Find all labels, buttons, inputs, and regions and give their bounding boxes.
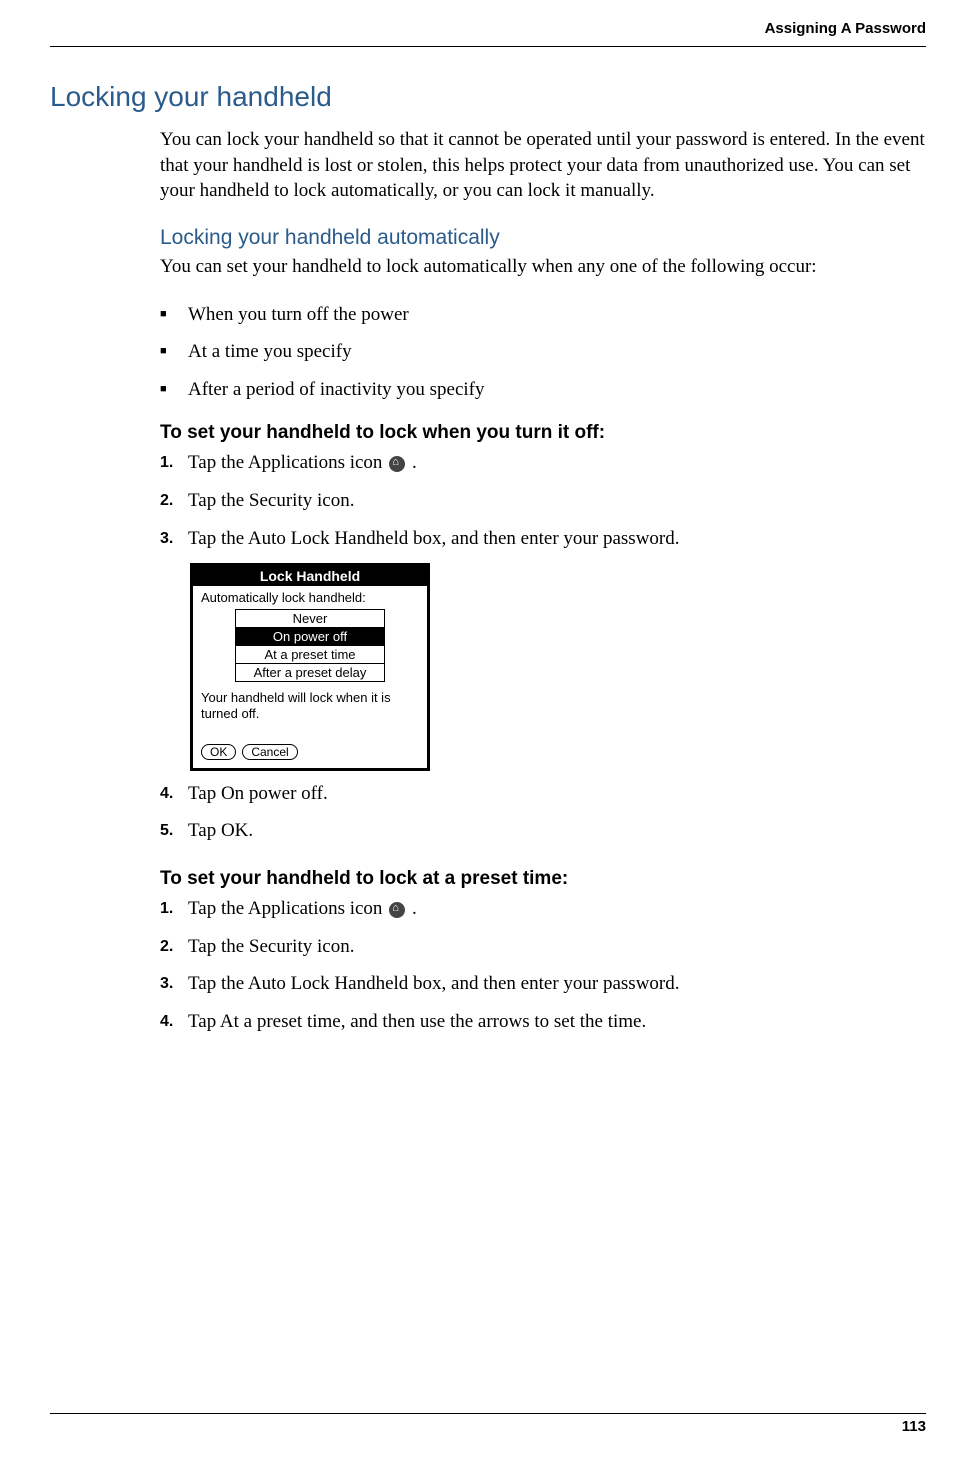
dialog-buttons: OK Cancel: [201, 744, 419, 760]
lock-handheld-dialog: Lock Handheld Automatically lock handhel…: [190, 563, 430, 770]
applications-icon: [389, 456, 405, 472]
procedure1-steps: Tap the Applications icon . Tap the Secu…: [160, 450, 926, 551]
section-title: Locking your handheld: [50, 81, 926, 113]
list-item: Tap the Applications icon .: [160, 450, 926, 476]
auto-lock-title: Locking your handheld automatically: [160, 226, 926, 250]
header-section-name: Assigning A Password: [765, 20, 926, 37]
dialog-screenshot: Lock Handheld Automatically lock handhel…: [190, 563, 926, 770]
page-header: Assigning A Password: [50, 0, 926, 47]
list-item: After a period of inactivity you specify: [160, 377, 926, 403]
procedure1-title: To set your handheld to lock when you tu…: [160, 422, 926, 444]
dialog-title: Lock Handheld: [193, 566, 427, 586]
cancel-button[interactable]: Cancel: [242, 744, 297, 760]
dialog-label: Automatically lock handheld:: [201, 590, 419, 605]
dialog-body: Automatically lock handheld: Never On po…: [193, 586, 427, 767]
procedure1-steps-cont: Tap On power off. Tap OK.: [160, 781, 926, 844]
intro-paragraph: You can lock your handheld so that it ca…: [160, 127, 926, 204]
list-item: Tap On power off.: [160, 781, 926, 807]
option-power-off[interactable]: On power off: [236, 628, 384, 646]
list-item: Tap OK.: [160, 818, 926, 844]
option-preset-time[interactable]: At a preset time: [236, 646, 384, 664]
dialog-hint: Your handheld will lock when it is turne…: [201, 690, 419, 721]
procedure2-title: To set your handheld to lock at a preset…: [160, 868, 926, 890]
applications-icon: [389, 902, 405, 918]
list-item: When you turn off the power: [160, 302, 926, 328]
list-item: Tap the Auto Lock Handheld box, and then…: [160, 971, 926, 997]
auto-lock-intro: You can set your handheld to lock automa…: [160, 254, 926, 280]
procedure2-steps: Tap the Applications icon . Tap the Secu…: [160, 896, 926, 1035]
list-item: Tap the Security icon.: [160, 488, 926, 514]
option-never[interactable]: Never: [236, 610, 384, 628]
option-preset-delay[interactable]: After a preset delay: [236, 664, 384, 681]
page-number: 113: [902, 1418, 926, 1435]
page-footer: 113: [50, 1413, 926, 1436]
list-item: Tap the Security icon.: [160, 934, 926, 960]
page-content: Locking your handheld You can lock your …: [0, 47, 976, 1034]
list-item: At a time you specify: [160, 339, 926, 365]
list-item: Tap the Auto Lock Handheld box, and then…: [160, 526, 926, 552]
lock-option-group: Never On power off At a preset time Afte…: [235, 609, 385, 682]
step-text: Tap the Applications icon: [188, 452, 387, 473]
auto-lock-bullets: When you turn off the power At a time yo…: [160, 302, 926, 403]
step-text: Tap the Applications icon: [188, 898, 387, 919]
list-item: Tap At a preset time, and then use the a…: [160, 1009, 926, 1035]
list-item: Tap the Applications icon .: [160, 896, 926, 922]
ok-button[interactable]: OK: [201, 744, 236, 760]
